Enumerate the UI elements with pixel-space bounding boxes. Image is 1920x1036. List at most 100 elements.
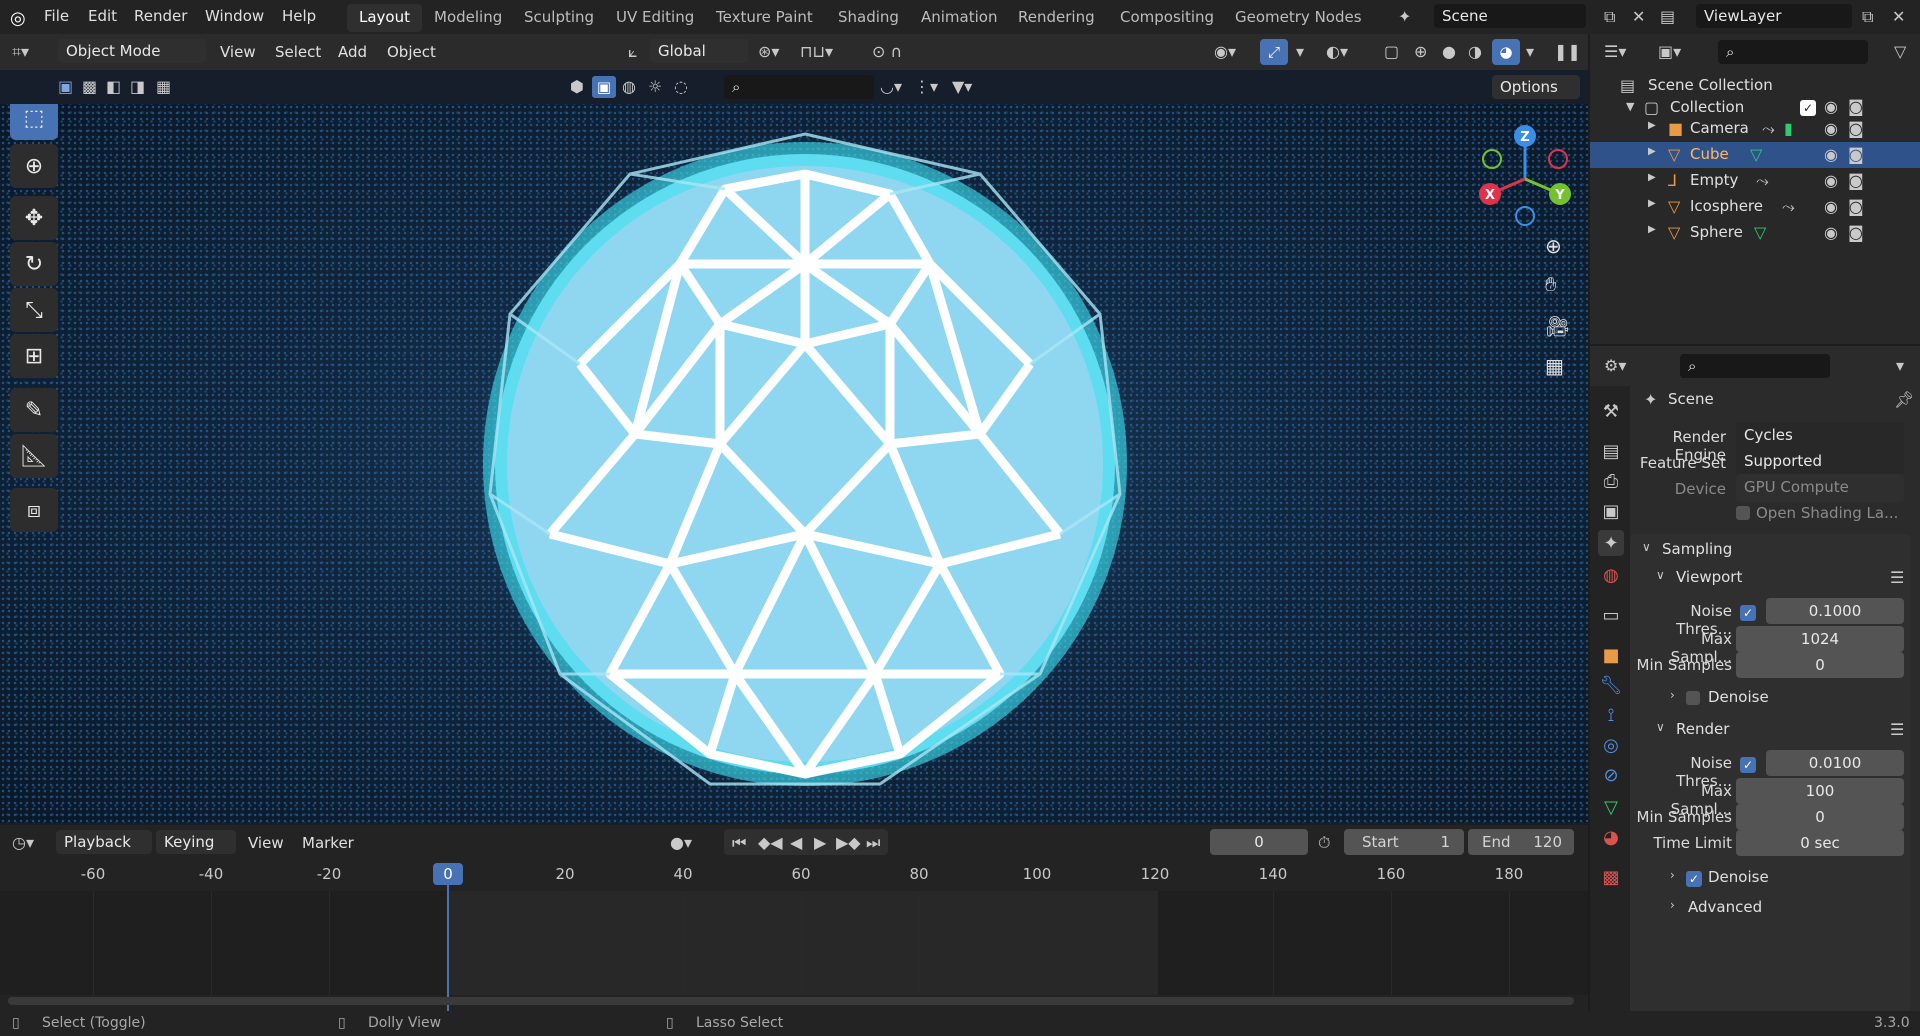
expand-icon[interactable]: ▶ (1648, 120, 1656, 131)
perspective-grid-icon[interactable]: ▦ (1545, 354, 1564, 378)
orientation-dropdown[interactable]: Global (650, 39, 748, 63)
vp-min-samples-field[interactable]: 0 (1736, 652, 1904, 678)
viewlayer-selector-icon[interactable]: ▤ (1660, 7, 1675, 26)
visibility-icon[interactable]: ◉ (1824, 171, 1838, 190)
feature-set-dropdown[interactable]: Supported (1736, 448, 1904, 476)
timeline-scrollbar[interactable] (8, 997, 1574, 1005)
cursor-tool[interactable]: ⊕ (10, 144, 58, 188)
options-dropdown[interactable]: Options (1492, 75, 1580, 99)
tab-layout[interactable]: Layout (347, 4, 422, 32)
menu-file[interactable]: File (44, 7, 69, 25)
render-toggle-icon[interactable]: ◙ (1848, 171, 1864, 190)
filter-world-icon[interactable]: ◌ (674, 77, 688, 96)
properties-search-input[interactable]: ⌕ (1680, 354, 1830, 378)
vp-menu-add[interactable]: Add (338, 43, 367, 61)
new-viewlayer-icon[interactable]: ⧉ (1862, 7, 1873, 27)
menu-window[interactable]: Window (205, 7, 264, 25)
snap-icon[interactable]: ⊓⊔▾ (800, 42, 833, 61)
render-presets-icon[interactable]: ☰ (1890, 720, 1904, 739)
collection-tab-icon[interactable]: ▭ (1598, 602, 1624, 628)
filter-mesh-icon[interactable]: ⬢ (570, 77, 584, 96)
filter-light-icon[interactable]: ☼ (648, 77, 662, 96)
r-noise-threshold-field[interactable]: 0.0100 (1766, 750, 1904, 776)
r-max-samples-field[interactable]: 100 (1736, 778, 1904, 804)
delete-scene-icon[interactable]: ✕ (1632, 7, 1645, 26)
pan-hand-icon[interactable]: ✋︎ (1545, 272, 1556, 296)
render-toggle-icon[interactable]: ◙ (1848, 145, 1864, 164)
select-mode-extend-icon[interactable]: ▩ (82, 77, 97, 96)
display-mode-icon[interactable]: ▣▾ (1658, 42, 1681, 61)
constraints-tab-icon[interactable]: ⊘ (1598, 762, 1624, 788)
select-box-tool[interactable]: ⬚ (10, 104, 58, 140)
viewport-subheader[interactable]: Viewport (1676, 568, 1742, 586)
menu-edit[interactable]: Edit (88, 7, 117, 25)
modifier-tab-icon[interactable]: 🔧︎ (1598, 672, 1624, 698)
osl-checkbox[interactable] (1736, 506, 1750, 520)
menu-render[interactable]: Render (134, 7, 187, 25)
overlays-icon[interactable]: ◐▾ (1326, 42, 1348, 61)
playhead-line[interactable] (447, 885, 449, 1011)
measure-tool[interactable]: 📐︎ (10, 434, 58, 478)
jump-next-keyframe-icon[interactable]: ▶◆ (836, 833, 861, 852)
xray-icon[interactable]: ▢ (1384, 42, 1399, 61)
playhead-frame-indicator[interactable]: 0 (433, 863, 463, 885)
r-min-samples-field[interactable]: 0 (1736, 804, 1904, 830)
collection-render-icon[interactable]: ◙ (1848, 97, 1864, 116)
jump-end-icon[interactable]: ⏭ (866, 833, 880, 853)
scene-collection-label[interactable]: Scene Collection (1648, 76, 1773, 94)
r-noise-threshold-checkbox[interactable]: ✓ (1740, 757, 1756, 773)
outliner-editor-type-icon[interactable]: ☰▾ (1604, 42, 1626, 61)
tab-modeling[interactable]: Modeling (434, 8, 502, 26)
annotate-tool[interactable]: ✎ (10, 388, 58, 432)
play-icon[interactable]: ▶ (814, 833, 826, 852)
shading-dropdown-icon[interactable]: ▾ (1526, 42, 1534, 61)
visibility-icon[interactable]: ◉ (1824, 197, 1838, 216)
outliner-row-empty[interactable]: ▶ ⅃ Empty ⤳ ◉ ◙ (1590, 168, 1920, 194)
blender-logo-icon[interactable]: ◎ (10, 8, 26, 29)
collection-visibility-icon[interactable]: ◉ (1824, 97, 1838, 116)
stopwatch-icon[interactable]: ⏱ (1318, 833, 1330, 853)
time-limit-field[interactable]: 0 sec (1736, 830, 1904, 856)
filter-funnel-icon[interactable]: ▼▾ (952, 77, 972, 96)
advanced-expand-icon[interactable]: › (1670, 898, 1675, 912)
object-mode-dropdown[interactable]: Object Mode (58, 39, 206, 63)
scene-tab-icon[interactable]: ✦ (1598, 530, 1624, 556)
delete-viewlayer-icon[interactable]: ✕ (1892, 7, 1905, 26)
collection-checkbox[interactable]: ✓ (1800, 100, 1816, 116)
viewport-search-input[interactable]: ⌕ (724, 75, 874, 99)
zoom-icon[interactable]: ⊕ (1545, 234, 1562, 258)
vp-menu-view[interactable]: View (220, 43, 256, 61)
tab-uv-editing[interactable]: UV Editing (616, 8, 694, 26)
jump-prev-keyframe-icon[interactable]: ◆◀ (758, 833, 783, 852)
sort-icon[interactable]: ⋮▾ (914, 77, 938, 96)
visibility-icon[interactable]: ◉▾ (1214, 42, 1236, 61)
tab-geometry-nodes[interactable]: Geometry Nodes (1235, 8, 1362, 26)
start-frame-field[interactable]: Start 1 (1344, 829, 1464, 855)
outliner-search-input[interactable]: ⌕ (1718, 40, 1868, 64)
select-mode-invert-icon[interactable]: ◨ (130, 77, 145, 96)
rendered-shading-icon[interactable]: ◕ (1492, 39, 1520, 65)
add-cube-tool[interactable]: ⧈ (10, 488, 58, 532)
pause-render-icon[interactable]: ❚❚ (1554, 42, 1581, 61)
navigation-gizmo[interactable]: Z Y X (1470, 124, 1580, 234)
pivot-point-icon[interactable]: ⊛▾ (758, 42, 779, 61)
visibility-icon[interactable]: ◉ (1824, 119, 1838, 138)
vp-max-samples-field[interactable]: 1024 (1736, 626, 1904, 652)
new-scene-icon[interactable]: ⧉ (1604, 7, 1615, 27)
render-toggle-icon[interactable]: ◙ (1848, 197, 1864, 216)
vp-noise-threshold-checkbox[interactable]: ✓ (1740, 605, 1756, 621)
outliner-row-icosphere[interactable]: ▶ ▽ Icosphere ⤳ ◉ ◙ (1590, 194, 1920, 220)
outliner-row-camera[interactable]: ▶ ■ Camera ⤳ ▮ ◉ ◙ (1590, 116, 1920, 142)
camera-view-icon[interactable]: 🎥︎ (1545, 314, 1570, 338)
render-engine-dropdown[interactable]: Cycles (1736, 422, 1904, 450)
object-tab-icon[interactable]: ■ (1598, 642, 1624, 668)
proportional-edit-icon[interactable]: ⊙ ∩ (872, 42, 902, 61)
physics-tab-icon[interactable]: ◎ (1598, 732, 1624, 758)
gizmo-dropdown-icon[interactable]: ▾ (1296, 42, 1304, 61)
rotate-tool[interactable]: ↻ (10, 242, 58, 286)
tab-animation[interactable]: Animation (921, 8, 997, 26)
playback-menu[interactable]: Playback (56, 830, 152, 854)
tab-compositing[interactable]: Compositing (1120, 8, 1214, 26)
r-denoise-expand-icon[interactable]: › (1670, 868, 1675, 882)
jump-start-icon[interactable]: ⏮ (732, 833, 746, 853)
